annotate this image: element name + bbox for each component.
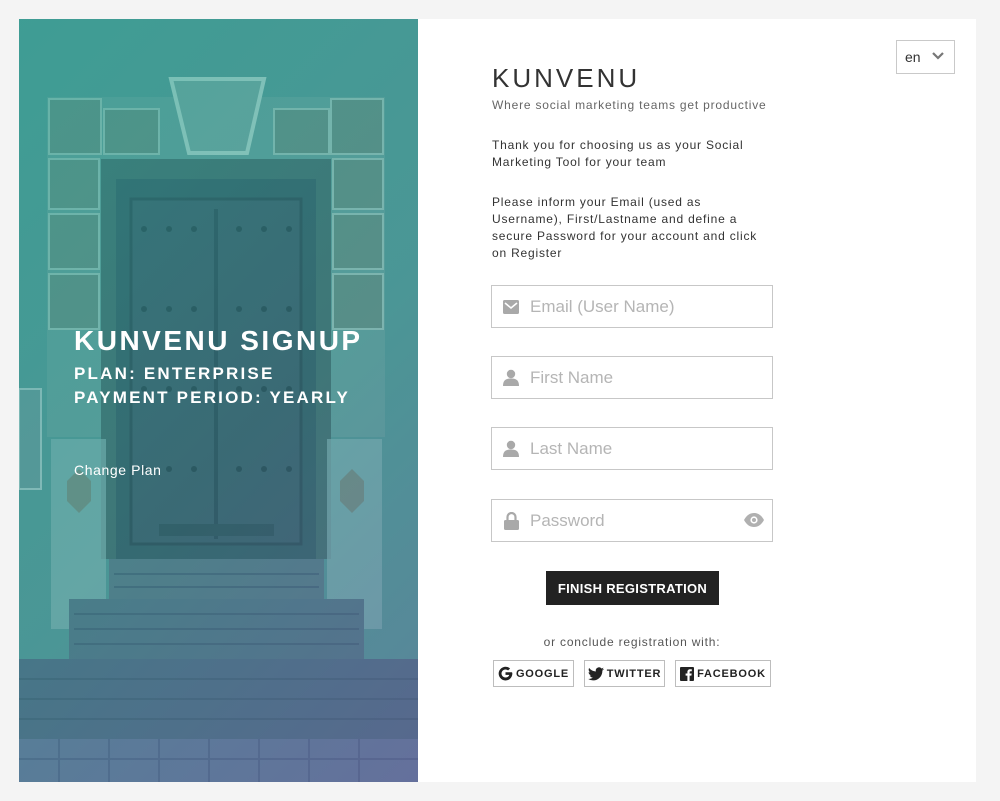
facebook-signup-button[interactable]: FACEBOOK	[675, 660, 771, 687]
hero-text-block: KUNVENU SIGNUP PLAN: ENTERPRISE PAYMENT …	[74, 324, 363, 410]
email-input[interactable]	[530, 296, 730, 317]
password-field[interactable]	[491, 499, 773, 542]
last-name-field[interactable]	[491, 427, 773, 470]
finish-registration-button[interactable]: FINISH REGISTRATION	[546, 571, 719, 605]
envelope-icon	[492, 299, 530, 314]
change-plan-link[interactable]: Change Plan	[74, 462, 162, 478]
language-value: en	[905, 49, 921, 65]
facebook-icon	[680, 666, 695, 681]
email-field[interactable]	[491, 285, 773, 328]
google-icon	[498, 666, 513, 681]
user-icon	[492, 369, 530, 386]
intro-text: Thank you for choosing us as your Social…	[492, 138, 744, 169]
user-icon	[492, 440, 530, 457]
hero-panel: KUNVENU SIGNUP PLAN: ENTERPRISE PAYMENT …	[19, 19, 418, 782]
lock-icon	[492, 511, 530, 530]
twitter-signup-button[interactable]: TWITTER	[584, 660, 665, 687]
chevron-down-icon	[932, 52, 944, 60]
twitter-label: TWITTER	[606, 667, 662, 680]
instructions-text: Please inform your Email (used as Userna…	[492, 195, 758, 260]
first-name-field[interactable]	[491, 356, 773, 399]
brand-tagline: Where social marketing teams get product…	[492, 98, 767, 112]
google-signup-button[interactable]: GOOGLE	[493, 660, 574, 687]
payment-period-label: PAYMENT PERIOD: YEARLY	[74, 388, 351, 407]
language-select[interactable]: en	[896, 40, 955, 74]
hero-title: KUNVENU SIGNUP	[74, 325, 363, 356]
password-input[interactable]	[530, 510, 730, 531]
plan-label: PLAN: ENTERPRISE	[74, 364, 275, 383]
signup-card: KUNVENU SIGNUP PLAN: ENTERPRISE PAYMENT …	[19, 19, 976, 782]
facebook-label: FACEBOOK	[697, 667, 766, 680]
first-name-input[interactable]	[530, 367, 730, 388]
brand-name: KUNVENU	[492, 63, 641, 93]
twitter-icon	[587, 666, 604, 680]
google-label: GOOGLE	[515, 667, 570, 680]
last-name-input[interactable]	[530, 438, 730, 459]
social-prompt: or conclude registration with:	[543, 635, 721, 649]
eye-icon[interactable]	[744, 513, 764, 532]
